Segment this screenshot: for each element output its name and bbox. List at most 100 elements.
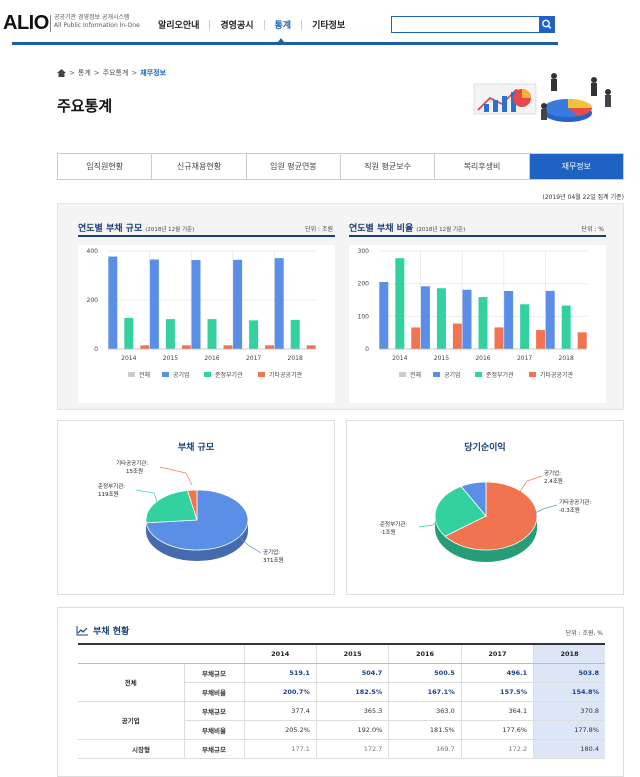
pie-leader-line xyxy=(159,466,193,486)
bar xyxy=(290,319,300,349)
bar-chart-panel: 연도별 부채 규모 (2018년 12월 기준) 단위 : 조원 0 200 400 2… xyxy=(57,203,624,410)
cell: 363.0 xyxy=(388,701,462,721)
alio-logo[interactable]: ALIO xyxy=(3,12,49,35)
x-tick-label: 2016 xyxy=(475,355,490,362)
x-tick-label: 2016 xyxy=(204,355,219,362)
bar xyxy=(545,290,555,349)
chart-title: 연도별 부채 규모 (2018년 12월 기준) xyxy=(78,221,194,234)
chart-title-rule xyxy=(349,235,606,237)
chart-icon xyxy=(76,625,88,635)
pie-label-public-corp: 공기업: 371조원 xyxy=(263,549,284,565)
cell: 157.5% xyxy=(460,682,534,702)
row-subcategory: 시장형 xyxy=(78,739,184,759)
pie-label-name: 공기업: xyxy=(544,471,562,477)
legend-label: 전체 xyxy=(410,371,421,379)
bar xyxy=(478,297,488,349)
row-category: 전체 xyxy=(78,663,184,702)
debt-size-pie-card: 부채 규모 기타공공기관: 15조원 준정부기관: 119조원 공기업: 371조원 xyxy=(57,420,335,595)
legend-label: 전체 xyxy=(139,371,150,379)
table-header-year: 2018 xyxy=(533,643,605,664)
home-icon[interactable] xyxy=(57,69,66,77)
row-metric: 부채규모 xyxy=(183,663,244,683)
logo-subtitle: 공공기관 경영정보 공개시스템 All Public Information I… xyxy=(54,14,140,30)
bar xyxy=(411,327,421,349)
tab-finance[interactable]: 재무정보 xyxy=(529,154,623,179)
table-header-year: 2014 xyxy=(243,643,317,664)
breadcrumb-separator: > xyxy=(93,69,100,77)
table-row: 시장형 부채규모 177.1 172.7 169.7 172.2 180.4 xyxy=(78,739,605,759)
search-button[interactable] xyxy=(539,17,554,32)
breadcrumb-separator: > xyxy=(69,69,75,77)
search-box[interactable] xyxy=(391,16,555,33)
chart-unit: 단위 : 조원 xyxy=(305,226,333,233)
chart-title-text: 연도별 부채 규모 xyxy=(78,224,143,234)
statistics-illustration xyxy=(473,73,611,122)
tab-executive-salary[interactable]: 임원 평균연봉 xyxy=(246,154,341,179)
cell: 181.5% xyxy=(388,720,462,740)
tab-new-hires[interactable]: 신규채용현황 xyxy=(152,154,247,179)
cell: 496.1 xyxy=(460,663,534,683)
pie-label-name: 공기업: xyxy=(263,550,281,556)
cell: 177.6% xyxy=(460,720,534,740)
tab-employee-pay[interactable]: 직원 평균보수 xyxy=(340,154,436,179)
legend-swatch xyxy=(258,372,265,377)
chart-title-rule xyxy=(78,235,335,237)
breadcrumb-item-stats[interactable]: 통계 xyxy=(78,68,91,78)
bar xyxy=(561,305,571,349)
legend-swatch xyxy=(204,372,211,377)
y-tick-label: 200 xyxy=(358,281,370,288)
bar xyxy=(494,327,504,349)
row-category: 공기업 xyxy=(78,701,184,740)
legend-label: 기타공공기관 xyxy=(269,371,303,379)
row-metric: 부채규모 xyxy=(183,701,244,721)
legend-swatch xyxy=(128,372,135,377)
bar xyxy=(181,345,191,349)
nav-item-statistics[interactable]: 통계 xyxy=(265,18,302,31)
bar xyxy=(233,259,243,349)
pie-label-value: 2.4조원 xyxy=(544,479,563,485)
tab-staff[interactable]: 임직원현황 xyxy=(58,154,153,179)
cell: 503.8 xyxy=(533,663,605,683)
breadcrumb-item-main-stats[interactable]: 주요통계 xyxy=(103,68,129,78)
debt-ratio-bar-chart: 0 100 200 300 2014 2015 2016 2017 2018 전체 공기업 준정부기관… xyxy=(358,248,587,379)
pie-label-name: 준정부기관: xyxy=(380,522,408,528)
breadcrumb: > 통계 > 주요통계 > 재무정보 xyxy=(57,68,166,78)
tab-welfare[interactable]: 복리후생비 xyxy=(435,154,530,179)
cell: 169.7 xyxy=(388,739,462,759)
nav-item-disclosure[interactable]: 경영공시 xyxy=(210,18,263,31)
global-nav: 알리오안내 경영공시 통계 기타정보 xyxy=(148,18,355,31)
cell: 365.3 xyxy=(315,701,389,721)
active-nav-pointer xyxy=(278,38,284,42)
pie-label-public-corp: 공기업: 2.4조원 xyxy=(544,470,563,486)
nav-item-other-info[interactable]: 기타정보 xyxy=(302,18,355,31)
x-tick-label: 2017 xyxy=(517,355,532,362)
nav-underline xyxy=(12,42,558,45)
table-unit: 단위 : 조원, % xyxy=(565,630,603,637)
pie-label-name: 기타공공기관: xyxy=(559,500,592,506)
debt-size-chart-card: 연도별 부채 규모 (2018년 12월 기준) 단위 : 조원 0 200 400 2… xyxy=(78,215,335,405)
chart-title-text: 연도별 부채 비율 xyxy=(349,224,414,234)
breadcrumb-separator: > xyxy=(131,69,138,77)
table-row: 공기업 부채규모 377.4 365.3 363.0 364.1 370.8 xyxy=(78,701,605,740)
nav-item-alio-info[interactable]: 알리오안내 xyxy=(148,18,209,31)
debt-status-section: 부채 현황 단위 : 조원, % 2014 2015 2016 2017 201… xyxy=(57,607,624,777)
bar xyxy=(149,259,159,349)
cell: 172.7 xyxy=(315,739,389,759)
y-tick-label: 200 xyxy=(87,297,99,304)
x-tick-label: 2014 xyxy=(392,355,407,362)
y-tick-label: 300 xyxy=(358,248,370,255)
pie-label-quasi-gov: 준정부기관: 119조원 xyxy=(98,483,125,499)
pie-label-other: 기타공공기관: -0.3조원 xyxy=(559,499,591,515)
cell: 192.0% xyxy=(315,720,389,740)
x-tick-label: 2014 xyxy=(121,355,136,362)
bar xyxy=(452,323,462,349)
search-icon xyxy=(542,19,552,29)
net-income-pie-card: 당기순이익 공기업: 2.4조원 기타공공기관: -0.3조원 준정부기관: -1조원 xyxy=(346,420,624,595)
cell: 377.4 xyxy=(243,701,317,721)
legend-label: 준정부기관 xyxy=(215,371,243,379)
debt-size-pie-chart xyxy=(135,466,262,561)
legend-swatch xyxy=(433,372,440,377)
bar xyxy=(207,319,217,349)
pie-label-name: 준정부기관: xyxy=(98,484,126,490)
bar xyxy=(249,320,259,349)
